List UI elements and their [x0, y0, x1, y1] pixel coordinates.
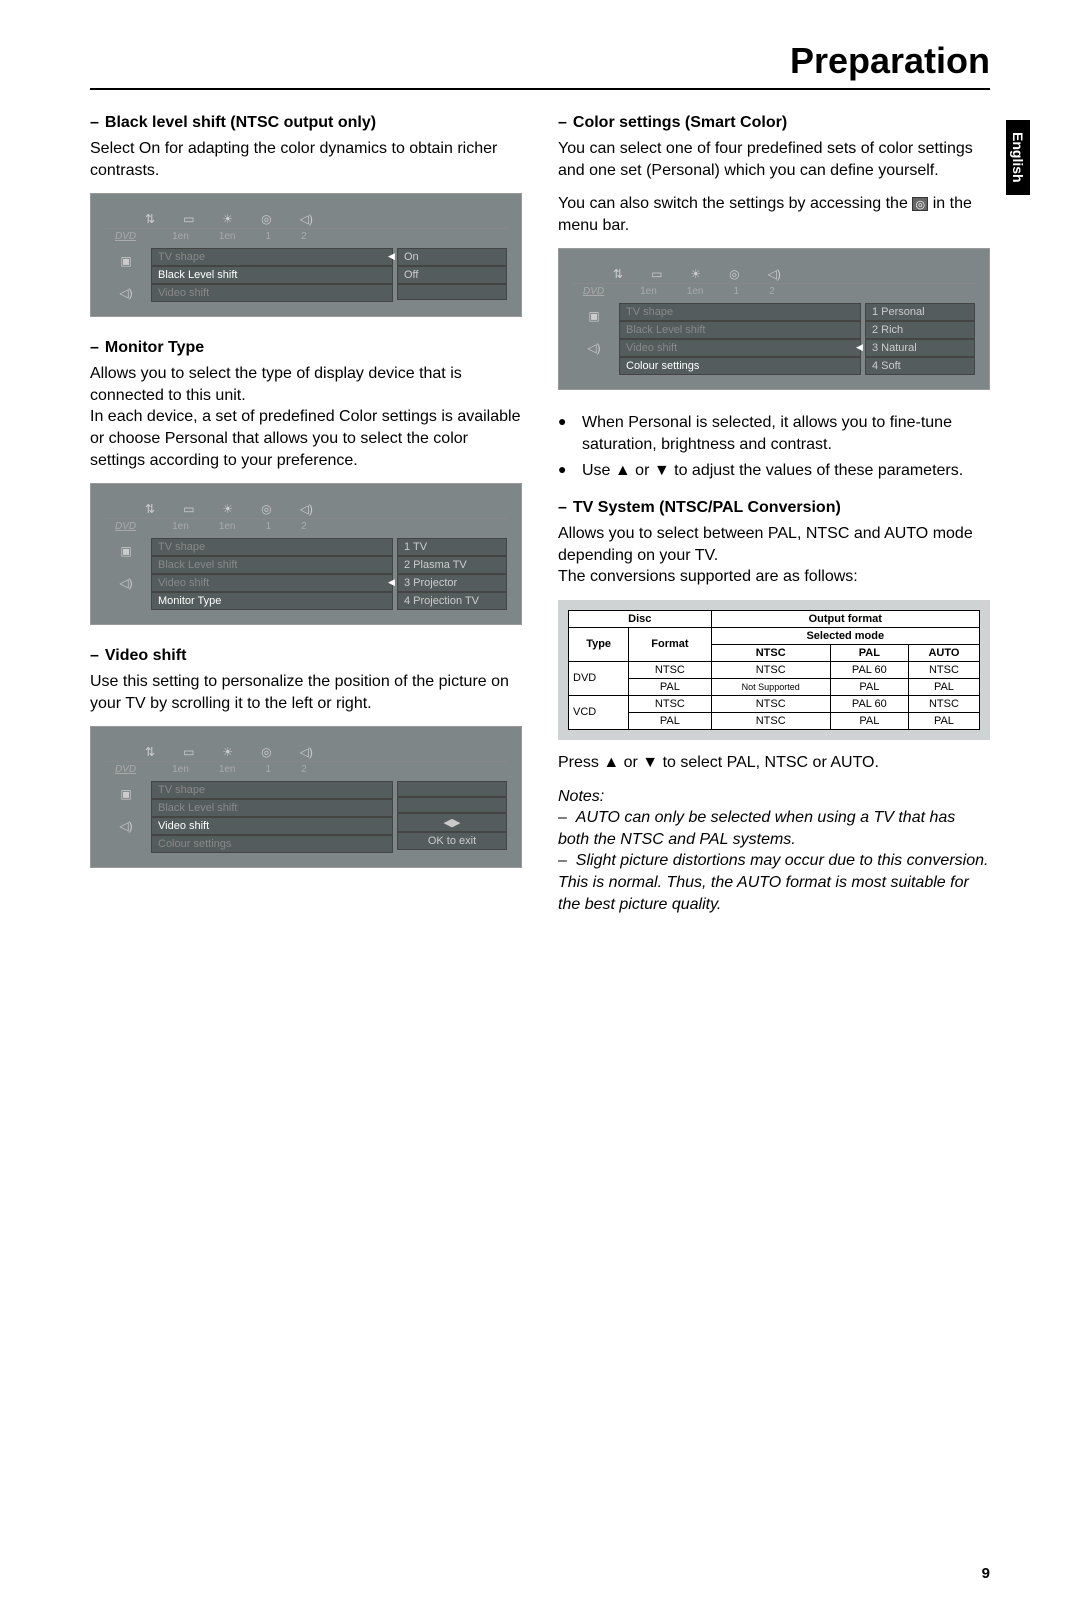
after-table-text: Press ▲ or ▼ to select PAL, NTSC or AUTO… [558, 752, 990, 774]
bright-icon: ☀ [222, 212, 233, 226]
heading-video-shift: –Video shift [90, 647, 522, 665]
heading-black-level: –Black level shift (NTSC output only) [90, 114, 522, 132]
picture-icon: ▣ [120, 254, 131, 268]
body-color2: You can also switch the settings by acce… [558, 193, 990, 236]
heading-color-settings: –Color settings (Smart Color) [558, 114, 990, 132]
bullet-arrows: Use ▲ or ▼ to adjust the values of these… [558, 460, 990, 482]
color-icon: ◎ [261, 212, 271, 226]
sub-dvd: DVD [115, 231, 142, 242]
notes-block: Notes: – AUTO can only be selected when … [558, 786, 990, 916]
body-monitor-type: Allows you to select the type of display… [90, 363, 522, 471]
bullet-list-color: When Personal is selected, it allows you… [558, 412, 990, 481]
opt-off: Off [397, 266, 507, 284]
page-number: 9 [982, 1565, 990, 1582]
menu-color-settings: ⇅ ▭ ☀ ◎ ◁) DVD 1en 1en 1 2 ▣ ◁) TV shape [558, 248, 990, 390]
heading-monitor-type: –Monitor Type [90, 339, 522, 357]
body-video-shift: Use this setting to personalize the posi… [90, 671, 522, 714]
body-tv-system: Allows you to select between PAL, NTSC a… [558, 523, 990, 588]
right-column: –Color settings (Smart Color) You can se… [558, 114, 990, 915]
language-tab: English [1006, 120, 1030, 195]
body-color1: You can select one of four predefined se… [558, 138, 990, 181]
tool-icon: ⇅ [145, 212, 155, 226]
conversion-table: Disc Output format Type Format Selected … [558, 600, 990, 740]
bullet-personal: When Personal is selected, it allows you… [558, 412, 990, 455]
page-title: Preparation [90, 40, 990, 90]
heading-tv-system: –TV System (NTSC/PAL Conversion) [558, 499, 990, 517]
mid-blacklevel: Black Level shift [151, 266, 393, 284]
opt-on: On [397, 248, 507, 266]
mid-videoshift: Video shift [151, 284, 393, 302]
left-column: –Black level shift (NTSC output only) Se… [90, 114, 522, 915]
palette-icon: ◎ [912, 197, 928, 211]
audio-icon: ◁) [119, 286, 132, 300]
menu-monitor-type: ⇅ ▭ ☀ ◎ ◁) DVD 1en 1en 1 2 ▣ ◁) TV shape [90, 483, 522, 625]
box-icon: ▭ [183, 212, 194, 226]
menu-black-level: ⇅ ▭ ☀ ◎ ◁) DVD 1en 1en 1 2 ▣ ◁) TV shape [90, 193, 522, 317]
menu-video-shift: ⇅ ▭ ☀ ◎ ◁) DVD 1en 1en 1 2 ▣ ◁) TV shape [90, 726, 522, 868]
sound-icon: ◁) [300, 212, 313, 226]
mid-tvshape: TV shape [151, 248, 393, 266]
body-black-level: Select On for adapting the color dynamic… [90, 138, 522, 181]
